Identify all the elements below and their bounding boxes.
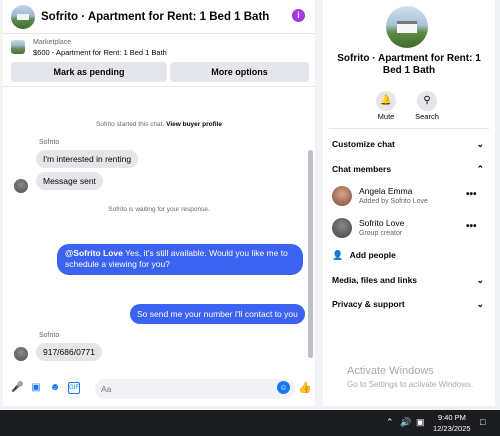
network-icon[interactable]: ▣ <box>416 417 425 428</box>
outgoing-message[interactable]: So send me your number I'll contact to y… <box>130 304 305 324</box>
marketplace-listing: Marketplace $600 - Apartment for Rent: 1… <box>3 35 315 87</box>
clock-time[interactable]: 9:40 PM <box>438 413 466 422</box>
taskbar: ⌃ 🔊 ▣ 9:40 PM 12/23/2025 □ <box>0 410 500 436</box>
member-avatar[interactable] <box>332 218 352 238</box>
message-scrollbar[interactable] <box>308 150 313 358</box>
incoming-message[interactable]: I'm interested in renting <box>36 150 139 168</box>
message-input[interactable] <box>95 379 295 399</box>
view-buyer-profile-link[interactable]: View buyer profile <box>166 121 222 128</box>
sender-avatar[interactable] <box>14 347 28 361</box>
chat-details-panel: Sofrito · Apartment for Rent: 1 Bed 1 Ba… <box>323 0 495 406</box>
bell-icon[interactable]: 🔔 <box>376 91 396 111</box>
incoming-message[interactable]: 917/686/0771 <box>36 343 102 361</box>
incoming-message[interactable]: Message sent <box>36 172 103 190</box>
outgoing-message[interactable]: @Sofrito Love Yes, it's still available.… <box>57 244 303 275</box>
search-label[interactable]: Search <box>407 112 447 121</box>
listing-thumbnail[interactable] <box>11 40 25 54</box>
activate-windows-watermark: Activate Windows <box>347 365 434 377</box>
add-person-icon: 👤 <box>332 250 344 260</box>
microphone-icon[interactable]: 🎤 <box>11 382 23 394</box>
search-icon[interactable]: ⚲ <box>417 91 437 111</box>
chat-avatar[interactable] <box>11 4 35 29</box>
notification-icon[interactable]: □ <box>480 417 485 427</box>
clock-date[interactable]: 12/23/2025 <box>433 424 471 433</box>
chat-large-avatar[interactable] <box>386 6 428 48</box>
member-subtitle: Group creator <box>359 230 403 237</box>
activate-windows-subtext: Go to Settings to activate Windows. <box>347 380 474 389</box>
chevron-up-icon[interactable]: ⌃ <box>386 417 394 428</box>
waiting-notice: Sofrito is waiting for your response. <box>108 206 210 213</box>
more-options-icon[interactable]: ••• <box>466 189 477 200</box>
mention[interactable]: @Sofrito Love <box>65 248 123 258</box>
divider <box>329 128 489 129</box>
message-thread: Sofrito started this chat. View buyer pr… <box>3 88 315 373</box>
message-composer: 🎤 ▣ ☻ GIF ☺ 👍 <box>3 374 315 404</box>
more-options-icon[interactable]: ••• <box>466 221 477 232</box>
member-name[interactable]: Angela Emma <box>359 186 412 196</box>
emoji-icon[interactable]: ☺ <box>277 381 290 394</box>
media-files-section[interactable]: Media, files and links ⌄ <box>332 275 484 285</box>
gif-icon[interactable]: GIF <box>68 382 80 394</box>
like-icon[interactable]: 👍 <box>298 382 312 394</box>
more-options-button[interactable]: More options <box>170 62 309 82</box>
member-name[interactable]: Sofrito Love <box>359 218 404 228</box>
sender-name: Sofrito <box>39 332 60 339</box>
listing-price-title[interactable]: $600 - Apartment for Rent: 1 Bed 1 Bath <box>33 48 167 57</box>
sender-name: Sofrito <box>39 139 60 146</box>
chevron-down-icon: ⌄ <box>476 139 484 149</box>
mark-as-pending-button[interactable]: Mark as pending <box>11 62 167 82</box>
privacy-support-section[interactable]: Privacy & support ⌄ <box>332 299 484 309</box>
chat-header: Sofrito · Apartment for Rent: 1 Bed 1 Ba… <box>3 0 315 34</box>
volume-icon[interactable]: 🔊 <box>400 417 411 428</box>
chevron-up-icon: ⌃ <box>476 164 484 174</box>
add-people-item[interactable]: 👤 Add people <box>332 250 484 261</box>
customize-chat-section[interactable]: Customize chat ⌄ <box>332 139 484 149</box>
mute-label[interactable]: Mute <box>366 112 406 121</box>
chevron-down-icon: ⌄ <box>476 299 484 309</box>
sender-avatar[interactable] <box>14 179 28 193</box>
info-icon[interactable]: i <box>292 9 305 22</box>
member-subtitle: Added by Sofrito Love <box>359 198 428 205</box>
chat-title[interactable]: Sofrito · Apartment for Rent: 1 Bed 1 Ba… <box>41 11 269 23</box>
marketplace-label: Marketplace <box>33 39 72 46</box>
photo-icon[interactable]: ▣ <box>30 382 42 394</box>
chevron-down-icon: ⌄ <box>476 275 484 285</box>
chat-panel: Sofrito · Apartment for Rent: 1 Bed 1 Ba… <box>3 0 315 406</box>
details-title: Sofrito · Apartment for Rent: 1 Bed 1 Ba… <box>337 53 481 76</box>
chat-members-section[interactable]: Chat members ⌃ <box>332 164 484 174</box>
member-avatar[interactable] <box>332 186 352 206</box>
sticker-icon[interactable]: ☻ <box>49 382 61 394</box>
chat-started-notice: Sofrito started this chat. View buyer pr… <box>96 121 222 128</box>
